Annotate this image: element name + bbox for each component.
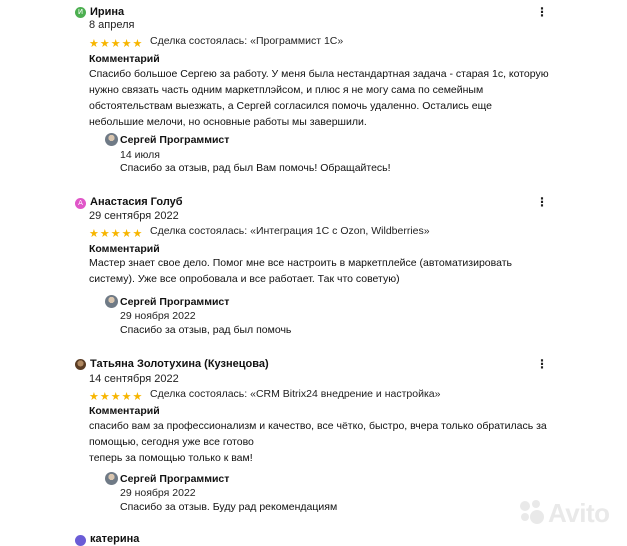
seller-avatar[interactable] [105,133,118,146]
comment-line: теперь за помощью только к вам! [89,452,253,464]
seller-name[interactable]: Сергей Программист [120,473,229,485]
comment-label: Комментарий [89,405,160,417]
star-icon: ★ [89,390,99,403]
comment-line: Мастер знает свое дело. Помог мне все на… [89,257,512,269]
comment-line: небольшие мелочи, но основные работы мы … [89,116,367,128]
comment-line: обстоятельствам выезжать, а Сергей согла… [89,100,492,112]
star-icon: ★ [99,390,110,403]
comment-line: помощью, сегодня уже все готово [89,436,254,448]
avatar[interactable]: И [75,7,86,18]
comment-label: Комментарий [89,53,160,65]
comment-line: спасибо вам за профессионализм и качеств… [89,420,547,432]
more-options-icon[interactable]: ⋮ [536,358,548,370]
seller-avatar[interactable] [105,472,118,485]
star-icon: ★ [99,227,110,240]
star-icon: ★ [132,37,143,50]
reviewer-name[interactable]: Анастасия Голуб [90,196,183,208]
avito-logo-text: Avito [548,498,610,528]
star-icon: ★ [110,390,121,403]
comment-line: систему). Уже все опробовала и все работ… [89,273,400,285]
seller-name[interactable]: Сергей Программист [120,134,229,146]
reviewer-name[interactable]: Татьяна Золотухина (Кузнецова) [90,358,269,370]
comment-line: нужно связать часть одним маркетплэйсом,… [89,84,484,96]
rating-stars: ★★★★★ [89,34,143,50]
comment-text: Спасибо большое Сергею за работу. У меня… [89,66,559,130]
star-icon: ★ [132,390,143,403]
deal-status: Сделка состоялась: «Интеграция 1С с Ozon… [150,225,430,237]
avatar[interactable] [75,359,86,370]
more-options-icon[interactable]: ⋮ [536,6,548,18]
comment-text: спасибо вам за профессионализм и качеств… [89,418,559,466]
star-icon: ★ [99,37,110,50]
rating-stars: ★★★★★ [89,224,143,240]
avatar[interactable] [75,535,86,546]
star-icon: ★ [89,37,99,50]
star-icon: ★ [132,227,143,240]
reviewer-name[interactable]: Ирина [90,6,124,18]
star-icon: ★ [110,37,121,50]
reply-text: Спасибо за отзыв, рад был помочь [120,324,292,336]
comment-text: Мастер знает свое дело. Помог мне все на… [89,255,559,287]
reply-text: Спасибо за отзыв. Буду рад рекомендациям [120,501,338,513]
star-icon: ★ [110,227,121,240]
review-date: 29 сентября 2022 [89,210,179,222]
review-date: 8 апреля [89,19,135,31]
comment-label: Комментарий [89,243,160,255]
star-icon: ★ [121,390,132,403]
seller-name[interactable]: Сергей Программист [120,296,229,308]
reply-text: Спасибо за отзыв, рад был Вам помочь! Об… [120,162,391,174]
seller-avatar[interactable] [105,295,118,308]
comment-line: Спасибо большое Сергею за работу. У меня… [89,68,549,80]
reviewer-name[interactable]: катерина [90,533,139,545]
reply-date: 14 июля [120,149,160,161]
star-icon: ★ [89,227,99,240]
deal-status: Сделка состоялась: «CRM Bitrix24 внедрен… [150,388,441,400]
star-icon: ★ [121,227,132,240]
review-date: 14 сентября 2022 [89,373,179,385]
rating-stars: ★★★★★ [89,387,143,403]
avito-logo-icon [520,500,544,525]
reply-date: 29 ноября 2022 [120,487,196,499]
deal-status: Сделка состоялась: «Программист 1С» [150,35,344,47]
reply-date: 29 ноября 2022 [120,310,196,322]
more-options-icon[interactable]: ⋮ [536,196,548,208]
avatar[interactable]: А [75,198,86,209]
star-icon: ★ [121,37,132,50]
